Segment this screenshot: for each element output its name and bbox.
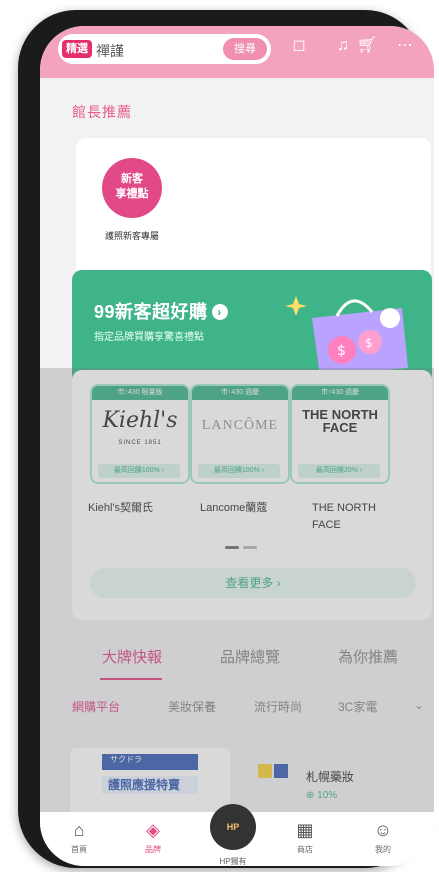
- hp-coupon-button[interactable]: HP COUPON: [210, 804, 256, 850]
- camera-icon[interactable]: ◻: [288, 35, 310, 57]
- cart-icon[interactable]: 🛒︎: [356, 35, 378, 57]
- search-box[interactable]: 精選 禪謹 搜尋: [58, 34, 271, 64]
- top-bar: 精選 禪謹 搜尋 ◻ ♫ 🛒︎ ⋯: [40, 26, 434, 78]
- nav-label: 品牌: [145, 845, 161, 854]
- shopping-bag-illustration: $ $: [285, 296, 408, 376]
- search-tag: 精選: [62, 40, 92, 58]
- home-icon: ⌂: [73, 820, 85, 840]
- nav-brand[interactable]: ◈ 品牌: [128, 818, 178, 855]
- svg-text:$: $: [365, 336, 373, 350]
- phone-frame: 精選 禪謹 搜尋 ◻ ♫ 🛒︎ ⋯ 館長推薦 新客 享禮點 護照新客專屬 99新…: [18, 10, 434, 868]
- nav-label: 商店: [297, 845, 313, 854]
- banner-title-text: 99新客超好購: [94, 302, 208, 322]
- more-icon[interactable]: ⋯: [394, 35, 416, 57]
- arrow-right-icon: ›: [211, 304, 228, 320]
- nav-profile[interactable]: ☺ 我的: [358, 818, 408, 855]
- search-text: 禪謹: [96, 43, 124, 59]
- search-button[interactable]: 搜尋: [223, 38, 267, 60]
- nav-label: 首頁: [71, 845, 87, 854]
- new-member-label: 護照新客專屬: [104, 231, 159, 241]
- store-icon: ▦: [296, 820, 314, 840]
- banner-subtitle: 指定品牌買購享驚喜禮點: [94, 332, 204, 343]
- diamond-icon: ◈: [146, 820, 160, 840]
- section-title: 館長推薦: [72, 104, 132, 120]
- new-member-badge[interactable]: 新客 享禮點: [102, 158, 162, 218]
- nav-store[interactable]: ▦ 商店: [280, 818, 330, 855]
- app-screen: 精選 禪謹 搜尋 ◻ ♫ 🛒︎ ⋯ 館長推薦 新客 享禮點 護照新客專屬 99新…: [40, 26, 434, 866]
- nav-home[interactable]: ⌂ 首頁: [54, 818, 104, 855]
- dim-overlay: [40, 368, 434, 866]
- banner-title: 99新客超好購 ›: [94, 298, 228, 324]
- hp-exclusive-label: HP獨有: [219, 857, 247, 866]
- bell-icon[interactable]: ♫: [332, 35, 354, 57]
- nav-label: 我的: [375, 845, 391, 854]
- svg-text:$: $: [337, 343, 346, 359]
- user-icon: ☺: [373, 820, 393, 840]
